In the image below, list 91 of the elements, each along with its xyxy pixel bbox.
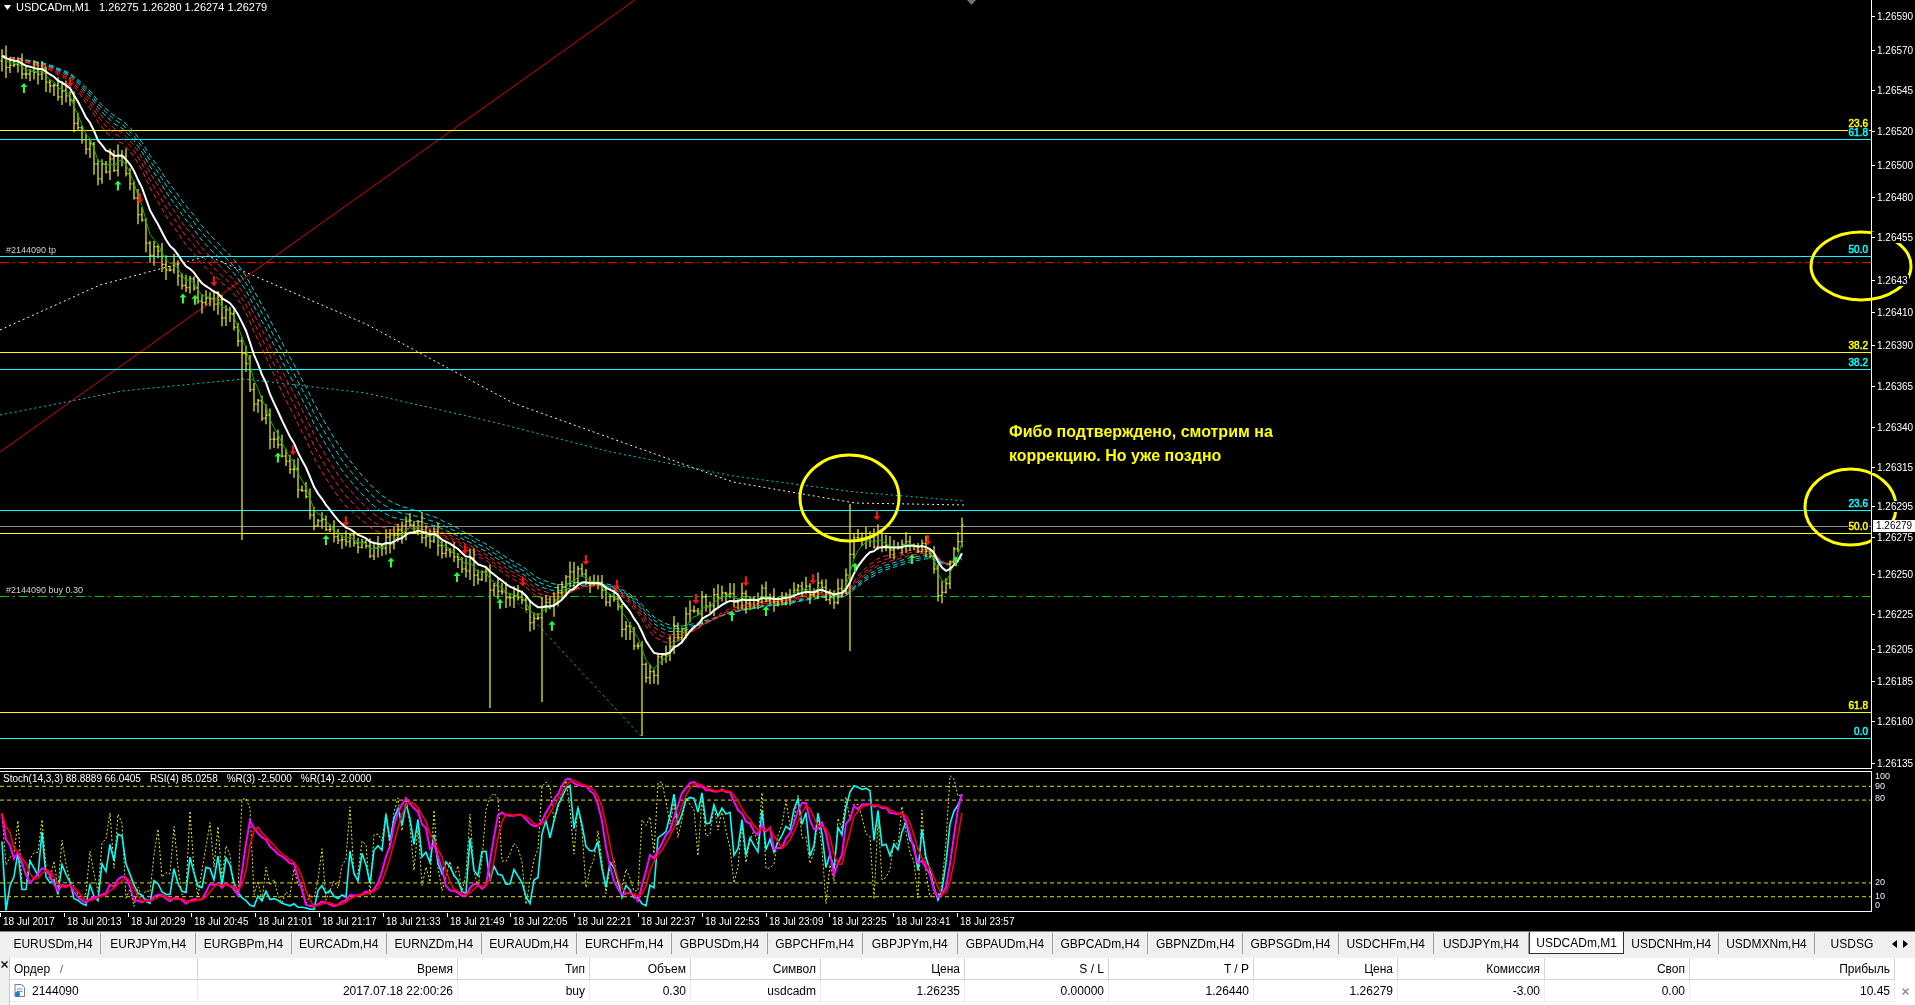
column-header[interactable]: Своп — [1545, 958, 1690, 980]
table-cell: -3.00 — [1398, 980, 1545, 1002]
price-axis-label: 1.26545 — [1872, 84, 1915, 96]
price-axis-label: 1.26340 — [1872, 421, 1915, 433]
time-axis-label: 18 Jul 23:57 — [957, 913, 1015, 929]
price-axis-label: 1.26160 — [1872, 715, 1915, 727]
table-cell: usdcadm — [691, 980, 821, 1002]
price-axis-label: 1.26135 — [1872, 757, 1915, 769]
oscillator-axis-label: 100 — [1875, 772, 1891, 781]
table-cell: 1.26279 — [1254, 980, 1398, 1002]
table-cell: 1.26235 — [821, 980, 965, 1002]
time-axis-label: 18 Jul 21:17 — [319, 913, 377, 929]
price-axis-label: 1.26410 — [1872, 306, 1915, 318]
time-axis-label: 18 Jul 23:09 — [766, 913, 824, 929]
oscillator-axis-label: 20 — [1875, 878, 1885, 887]
table-cell: 2144090 — [32, 983, 79, 998]
document-icon — [14, 984, 26, 997]
column-header[interactable]: Объем — [590, 958, 691, 980]
price-axis-label: 1.26250 — [1872, 568, 1915, 580]
symbol-tab[interactable]: EURNZDm,H4 — [386, 933, 482, 954]
price-axis-label: 1.26225 — [1872, 608, 1915, 620]
price-axis-label: 1.26455 — [1872, 231, 1915, 243]
caret-right-icon[interactable] — [1903, 939, 1908, 948]
price-axis-label: 1.26480 — [1872, 191, 1915, 203]
price-axis-label: 1.26590 — [1872, 10, 1915, 22]
sort-indicator[interactable]: / — [60, 962, 64, 975]
price-axis-label: 1.2643 — [1872, 274, 1909, 286]
symbol-tab[interactable]: GBPCHFm,H4 — [767, 933, 863, 954]
time-axis-label: 18 Jul 21:01 — [255, 913, 313, 929]
price-axis-label: 1.26205 — [1872, 643, 1915, 655]
column-header[interactable]: Комиссия — [1398, 958, 1545, 980]
symbol-tab[interactable]: USDCNHm,H4 — [1624, 933, 1720, 954]
price-axis-label: 1.26315 — [1872, 461, 1915, 473]
symbol-tab[interactable]: USDSG — [1814, 933, 1885, 954]
time-axis-label: 18 Jul 22:05 — [510, 913, 568, 929]
table-cell: buy — [458, 980, 590, 1002]
table-cell: 0.00 — [1545, 980, 1690, 1002]
oscillator-axis-label: 90 — [1875, 782, 1885, 791]
symbol-tab[interactable]: EURCADm,H4 — [291, 933, 387, 954]
symbol-tab[interactable]: GBPNZDm,H4 — [1148, 933, 1244, 954]
table-cell: 0.30 — [590, 980, 691, 1002]
symbol-tab[interactable]: EURUSDm,H4 — [6, 933, 102, 954]
time-axis-label: 18 Jul 20:13 — [64, 913, 122, 929]
column-header[interactable]: Ордер — [14, 961, 51, 976]
column-header[interactable]: Символ — [691, 958, 821, 980]
column-header[interactable]: S / L — [965, 958, 1109, 980]
column-header[interactable]: Тип — [458, 958, 590, 980]
symbol-tab[interactable]: GBPUSDm,H4 — [672, 933, 768, 954]
table-cell: 0.00000 — [965, 980, 1109, 1002]
column-header[interactable]: T / P — [1109, 958, 1254, 980]
symbol-tab[interactable]: EURGBPm,H4 — [196, 933, 292, 954]
time-axis-label: 18 Jul 21:33 — [383, 913, 441, 929]
time-axis-label: 18 Jul 22:21 — [574, 913, 632, 929]
price-axis-label: 1.26185 — [1872, 675, 1915, 687]
close-icon[interactable] — [1, 961, 8, 968]
oscillator-axis-label: 10 — [1875, 892, 1885, 901]
column-header[interactable]: Цена — [1254, 958, 1398, 980]
price-axis-label: 1.26570 — [1872, 44, 1915, 56]
symbol-tab[interactable]: EURCHFm,H4 — [577, 933, 673, 954]
price-axis-label: 1.26390 — [1872, 339, 1915, 351]
symbol-tab[interactable]: EURJPYm,H4 — [101, 933, 197, 954]
column-header[interactable]: Цена — [821, 958, 965, 980]
time-axis-label: 18 Jul 23:25 — [829, 913, 887, 929]
symbol-tab[interactable]: GBPAUDm,H4 — [957, 933, 1054, 954]
time-axis-label: 18 Jul 23:41 — [893, 913, 951, 929]
symbol-tab[interactable]: USDCHFm,H4 — [1338, 933, 1434, 954]
time-axis-label: 18 Jul 20:29 — [128, 913, 186, 929]
price-axis-label: 1.26295 — [1872, 500, 1915, 512]
symbol-tab[interactable]: GBPSGDm,H4 — [1243, 933, 1339, 954]
symbol-tab[interactable]: GBPCADm,H4 — [1053, 933, 1149, 954]
column-header[interactable]: Прибыль — [1690, 958, 1895, 980]
oscillator-axis-label: 0 — [1875, 901, 1880, 910]
table-cell: 10.45 — [1690, 980, 1895, 1002]
symbol-tab[interactable]: EURAUDm,H4 — [481, 933, 578, 954]
oscillator-axis-label: 80 — [1875, 794, 1885, 803]
price-axis-label: 1.26500 — [1872, 159, 1915, 171]
table-cell: 2017.07.18 22:00:26 — [198, 980, 458, 1002]
current-price-label: 1.26279 — [1873, 520, 1915, 532]
column-header[interactable]: Время — [198, 958, 458, 980]
price-axis-label: 1.26365 — [1872, 380, 1915, 392]
time-axis-label: 18 Jul 20:45 — [191, 913, 249, 929]
time-axis-label: 18 Jul 21:49 — [447, 913, 505, 929]
symbol-tab[interactable]: USDCADm,M1 — [1529, 932, 1625, 954]
time-axis-label: 18 Jul 22:37 — [638, 913, 696, 929]
caret-left-icon[interactable] — [1892, 939, 1897, 948]
price-axis-label: 1.26520 — [1872, 125, 1915, 137]
time-axis-label: 18 Jul 22:53 — [702, 913, 760, 929]
symbol-tab[interactable]: USDMXNm,H4 — [1719, 933, 1815, 954]
symbol-tab[interactable]: GBPJPYm,H4 — [862, 933, 958, 954]
time-axis-label: 18 Jul 2017 — [0, 913, 55, 929]
table-cell: 1.26440 — [1109, 980, 1254, 1002]
